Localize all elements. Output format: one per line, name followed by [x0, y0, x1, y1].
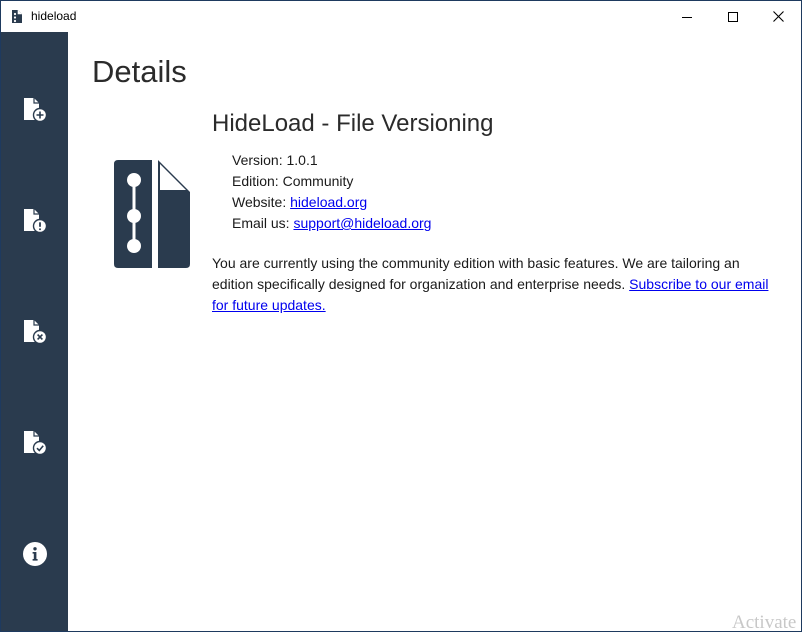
sidebar-item-warning-file[interactable] — [1, 191, 68, 251]
edition-row: Edition: Community — [232, 171, 431, 192]
window-title: hideload — [31, 9, 77, 23]
file-plus-icon — [23, 98, 47, 123]
close-button[interactable] — [755, 1, 801, 32]
website-link[interactable]: hideload.org — [290, 194, 367, 210]
edition-value: Community — [282, 173, 354, 189]
edition-label: Edition: — [232, 173, 283, 189]
sidebar-item-info[interactable] — [1, 524, 68, 584]
minimize-button[interactable] — [664, 1, 710, 32]
file-alert-icon — [23, 209, 47, 234]
info-icon — [22, 542, 47, 566]
website-label: Website: — [232, 194, 291, 210]
sidebar-item-removed-file[interactable] — [1, 302, 68, 362]
title-bar[interactable]: hideload — [1, 1, 801, 32]
version-row: Version: 1.0.1 — [232, 150, 431, 171]
product-info: Version: 1.0.1 Edition: Community Websit… — [232, 150, 431, 234]
maximize-icon — [728, 11, 738, 22]
website-row: Website: hideload.org — [232, 192, 431, 213]
email-link[interactable]: support@hideload.org — [293, 215, 431, 231]
version-value: 1.0.1 — [286, 152, 318, 168]
sidebar-item-verified-file[interactable] — [1, 413, 68, 473]
minimize-icon — [682, 16, 692, 18]
version-label: Version: — [232, 152, 287, 168]
close-icon — [772, 11, 784, 22]
edition-description: You are currently using the community ed… — [212, 253, 782, 316]
page-title: Details — [92, 54, 187, 89]
maximize-button[interactable] — [710, 1, 756, 32]
app-window: hideload Details HideLoad - File Version… — [0, 0, 802, 632]
email-label: Email us: — [232, 215, 294, 231]
email-row: Email us: support@hideload.org — [232, 213, 431, 234]
hideload-logo-icon — [114, 160, 190, 268]
activation-watermark: Activate — [732, 612, 797, 632]
sidebar-item-add-file[interactable] — [1, 80, 68, 140]
product-name: HideLoad - File Versioning — [212, 110, 494, 137]
file-check-icon — [23, 431, 47, 456]
app-logo-icon — [12, 10, 22, 23]
file-x-icon — [23, 320, 47, 345]
details-panel: Details HideLoad - File Versioning Versi… — [68, 32, 801, 631]
sidebar — [1, 32, 68, 631]
